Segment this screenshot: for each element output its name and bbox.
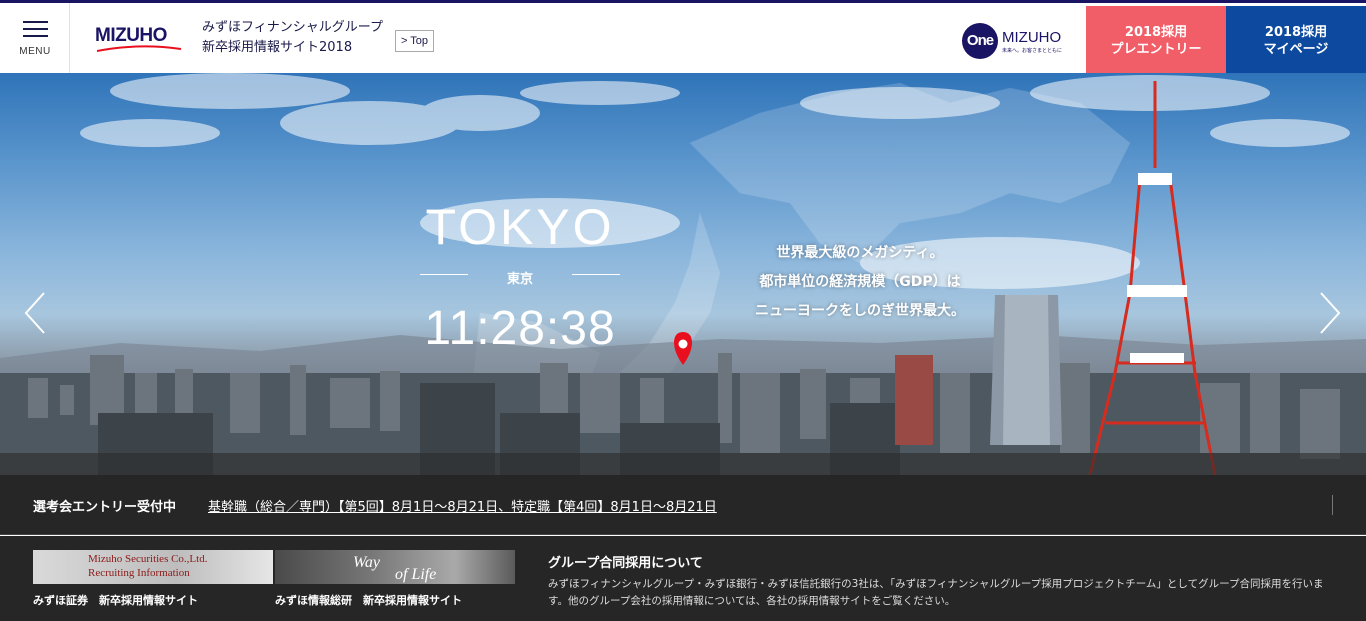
prev-slide-arrow-icon[interactable] <box>22 291 52 335</box>
banner2-caption[interactable]: みずほ情報総研 新卒採用情報サイト <box>275 592 462 608</box>
top-link[interactable]: > Top <box>395 30 435 52</box>
one-mizuho-logo[interactable]: One MIZUHO 未来へ。お客さまとともに <box>962 23 1072 59</box>
mypage-line1: 2018採用 <box>1264 25 1328 40</box>
site-title: みずほフィナンシャルグループ 新卒採用情報サイト2018 <box>202 18 383 58</box>
desc-line3: ニューヨークをしのぎ世界最大。 <box>755 303 965 319</box>
mypage-line2: マイページ <box>1263 42 1329 57</box>
site-title-line2: 新卒採用情報サイト2018 <box>202 40 353 55</box>
one-logo-tagline: 未来へ。お客さまとともに <box>1002 48 1063 54</box>
mizuho-securities-banner[interactable]: Mizuho Securities Co.,Ltd. Recruiting In… <box>33 550 273 584</box>
city-clock: 11:28:38 <box>424 302 616 355</box>
menu-label: MENU <box>19 46 51 57</box>
group-recruit-title: グループ合同採用について <box>548 556 703 571</box>
group-recruit-text: みずほフィナンシャルグループ・みずほ銀行・みずほ信託銀行の3社は、「みずほフィナ… <box>548 578 1324 607</box>
banner1-title: Mizuho Securities Co.,Ltd. <box>88 553 208 565</box>
site-title-line1: みずほフィナンシャルグループ <box>202 20 383 35</box>
next-slide-arrow-icon[interactable] <box>1313 291 1343 335</box>
city-name-jp: 東京 <box>506 272 533 287</box>
group-links-section: Mizuho Securities Co.,Ltd. Recruiting In… <box>0 536 1366 621</box>
mizuho-logo[interactable]: MIZUHO <box>95 25 167 47</box>
mizuho-research-banner[interactable]: Way of Life <box>275 550 515 584</box>
banner2-title: Way <box>353 554 380 571</box>
pre-entry-line1: 2018採用 <box>1124 25 1188 40</box>
tokyo-skyline-image <box>0 73 1366 475</box>
news-bar: 選考会エントリー受付中 基幹職（総合／専門）【第5回】8月1日〜8月21日、特定… <box>0 475 1366 535</box>
mypage-button[interactable]: 2018採用 マイページ <box>1226 6 1366 76</box>
city-description: 世界最大級のメガシティ。 都市単位の経済規模（GDP）は ニューヨークをしのぎ世… <box>720 239 1000 326</box>
pre-entry-line2: プレエントリー <box>1110 42 1202 57</box>
news-link[interactable]: 基幹職（総合／専門）【第5回】8月1日〜8月21日、特定職【第4回】8月1日〜8… <box>208 496 717 515</box>
hero-slider: TOKYO 東京 11:28:38 世界最大級のメガシティ。 都市単位の経済規模… <box>0 73 1366 475</box>
desc-line1: 世界最大級のメガシティ。 <box>776 245 944 261</box>
logo-swoosh-icon <box>96 45 182 52</box>
banner1-caption[interactable]: みずほ証券 新卒採用情報サイト <box>33 592 198 608</box>
city-name: TOKYO <box>425 199 615 255</box>
desc-line2: 都市単位の経済規模（GDP）は <box>759 274 961 290</box>
one-circle: One <box>962 23 998 59</box>
menu-button[interactable]: MENU <box>0 3 70 73</box>
site-header: MENU MIZUHO みずほフィナンシャルグループ 新卒採用情報サイト2018… <box>0 0 1366 76</box>
banner1-subtitle: Recruiting Information <box>88 567 190 579</box>
news-label: 選考会エントリー受付中 <box>33 500 177 515</box>
hamburger-icon <box>23 21 48 42</box>
news-divider <box>1332 495 1333 515</box>
one-logo-text: MIZUHO <box>1002 29 1062 46</box>
pre-entry-button[interactable]: 2018採用 プレエントリー <box>1086 6 1226 76</box>
banner2-subtitle: of Life <box>395 566 437 583</box>
